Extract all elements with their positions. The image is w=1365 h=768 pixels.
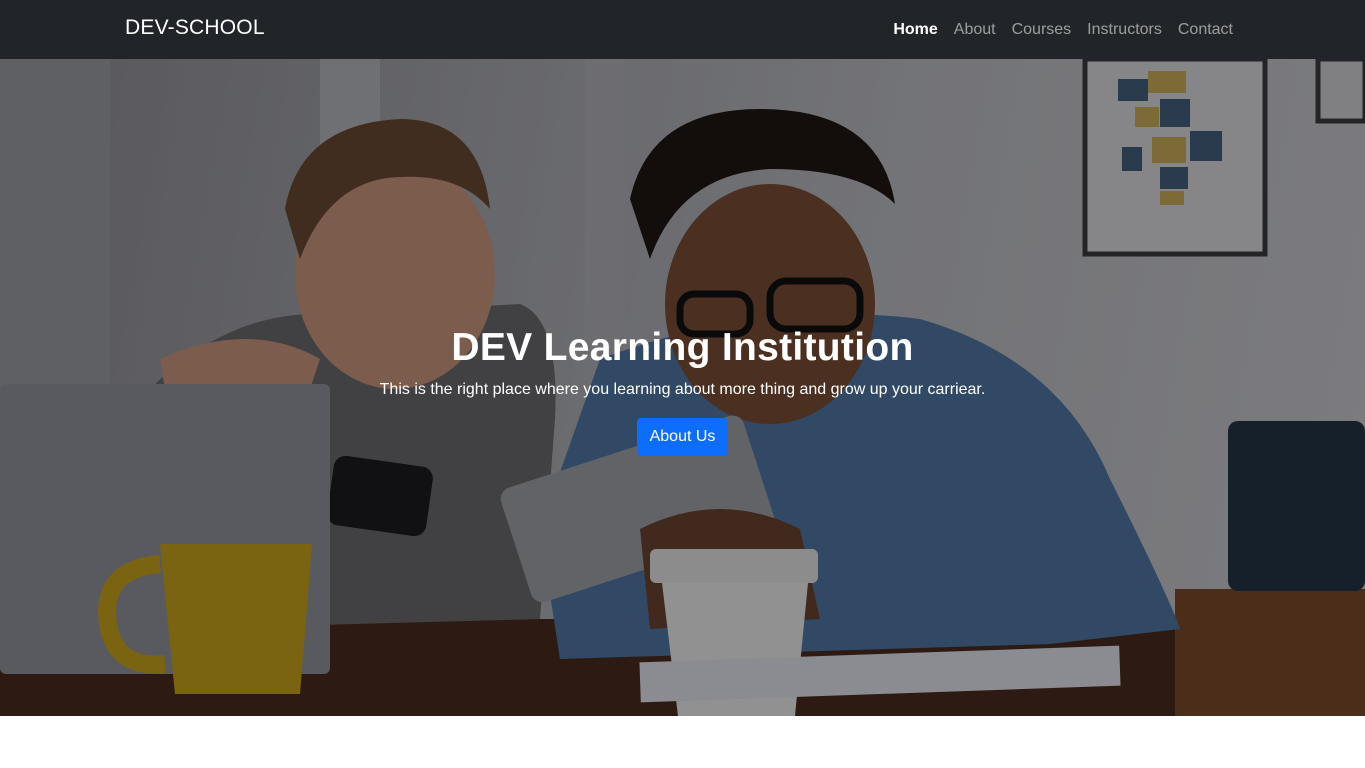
nav-item-instructors: Instructors [1087,20,1162,40]
nav-link-instructors[interactable]: Instructors [1087,21,1162,38]
nav-link-home[interactable]: Home [893,21,937,38]
hero-title: DEV Learning Institution [451,326,914,369]
brand-logo[interactable]: DEV-SCHOOL [125,16,265,40]
hero-subtitle: This is the right place where you learni… [379,381,986,398]
hero-content: DEV Learning Institution This is the rig… [0,324,1365,456]
nav-link-about[interactable]: About [954,21,996,38]
nav-link-courses[interactable]: Courses [1012,21,1072,38]
nav-item-home: Home [893,20,937,40]
nav-item-about: About [954,20,996,40]
nav-link-contact[interactable]: Contact [1178,21,1233,38]
nav-item-contact: Contact [1178,20,1233,40]
about-us-button[interactable]: About Us [636,418,729,456]
nav-links: Home About Courses Instructors Contact [893,20,1233,40]
hero-section: DEV Learning Institution This is the rig… [0,59,1365,716]
navbar: DEV-SCHOOL Home About Courses Instructor… [0,0,1365,59]
nav-item-courses: Courses [1012,20,1072,40]
